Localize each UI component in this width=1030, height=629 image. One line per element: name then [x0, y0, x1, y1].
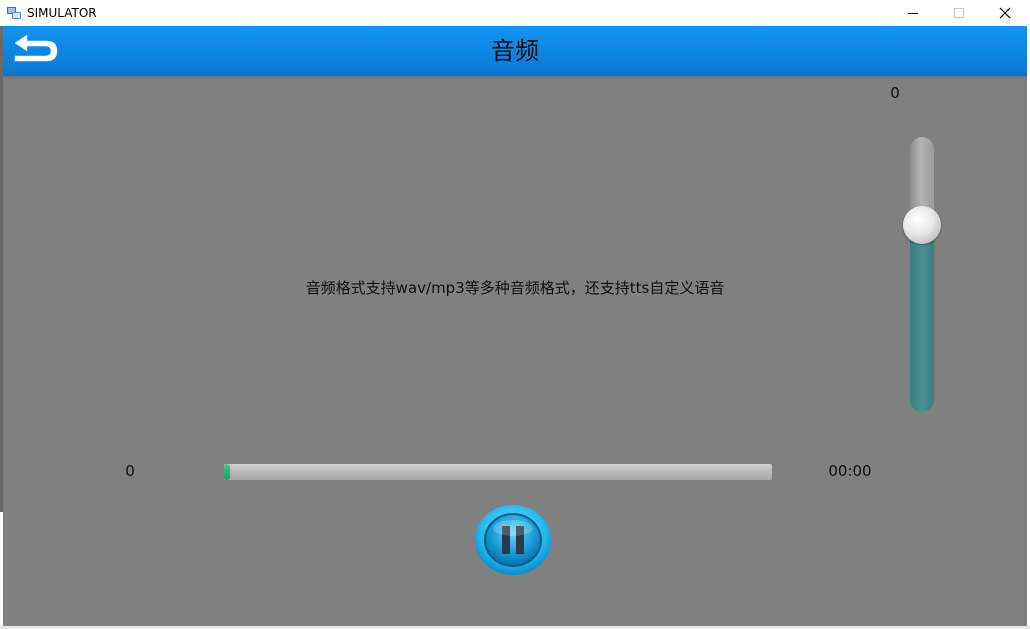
volume-slider-thumb[interactable]: [903, 206, 941, 244]
back-arrow-icon: [14, 34, 58, 62]
volume-slider-track[interactable]: [910, 137, 934, 412]
back-button[interactable]: [11, 31, 63, 63]
close-button[interactable]: [982, 0, 1028, 26]
app-header: 音频: [3, 26, 1027, 76]
page-title: 音频: [491, 37, 539, 65]
window-title: SIMULATOR: [27, 6, 97, 20]
audio-format-description: 音频格式支持wav/mp3等多种音频格式，还支持tts自定义语音: [305, 279, 725, 297]
header-shadow: [3, 76, 1027, 79]
pause-button[interactable]: [474, 504, 552, 576]
playback-progress-bar[interactable]: [224, 464, 772, 480]
maximize-button[interactable]: [936, 0, 982, 26]
pause-icon: [475, 505, 551, 575]
current-time: 0: [125, 462, 135, 480]
volume-value: 0: [890, 84, 900, 102]
simulator-app-icon: [7, 7, 21, 19]
volume-slider-fill: [910, 225, 934, 412]
total-time: 00:00: [828, 462, 872, 480]
minimize-icon: [908, 13, 918, 14]
minimize-button[interactable]: [890, 0, 936, 26]
close-icon: [999, 7, 1011, 19]
window-titlebar[interactable]: SIMULATOR: [0, 0, 1030, 26]
simulator-screen: 音频 音频格式支持wav/mp3等多种音频格式，还支持tts自定义语音 0 0 …: [3, 26, 1027, 626]
playback-progress-fill: [224, 464, 230, 480]
maximize-icon: [954, 8, 964, 18]
